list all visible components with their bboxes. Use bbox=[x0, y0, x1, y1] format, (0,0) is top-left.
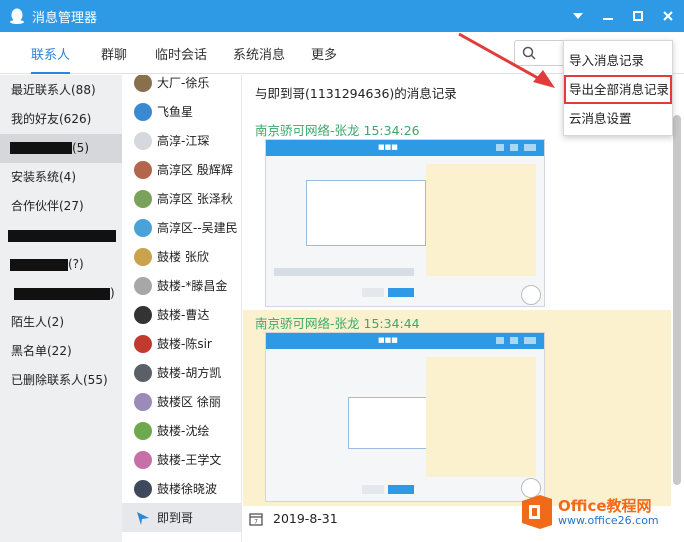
redaction-bar bbox=[14, 288, 110, 300]
sidebar-item-partners[interactable]: 合作伙伴(27) bbox=[0, 192, 122, 221]
redaction-bar bbox=[10, 259, 68, 271]
tab-temp-sessions[interactable]: 临时会话 bbox=[155, 44, 207, 63]
contact-list: 大厂-徐乐 飞鱼星 高淳-江琛 高淳区 殷辉辉 高淳区 张泽秋 高淳区--吴建民… bbox=[122, 75, 242, 542]
list-item[interactable]: 高淳区--吴建民 bbox=[122, 213, 241, 242]
list-item[interactable]: 鼓楼 张欣 bbox=[122, 242, 241, 271]
sidebar-item-count: (?) bbox=[68, 257, 84, 271]
avatar bbox=[134, 276, 152, 295]
brand-watermark: Office教程网 www.office26.com bbox=[520, 493, 659, 531]
sidebar-item-redacted-3[interactable]: ) bbox=[0, 279, 122, 308]
tab-more[interactable]: 更多 bbox=[311, 44, 337, 63]
sidebar-item-selected-group[interactable]: (5) bbox=[0, 134, 122, 163]
date-label: 2019-8-31 bbox=[273, 511, 338, 526]
avatar bbox=[134, 363, 152, 382]
date-divider: 7 2019-8-31 bbox=[249, 511, 338, 526]
sidebar-item-friends[interactable]: 我的好友(626) bbox=[0, 105, 122, 134]
list-item-selected[interactable]: 即到哥 bbox=[122, 503, 241, 532]
calendar-icon: 7 bbox=[249, 512, 263, 526]
sidebar-item-redacted-1[interactable] bbox=[0, 221, 122, 250]
list-item[interactable]: 高淳区 张泽秋 bbox=[122, 184, 241, 213]
list-item[interactable]: 高淳-江琛 bbox=[122, 126, 241, 155]
message-sender: 南京骄可网络-张龙 15:34:44 bbox=[255, 316, 420, 331]
qq-penguin-icon bbox=[10, 8, 24, 24]
avatar bbox=[134, 218, 152, 237]
avatar bbox=[134, 334, 152, 353]
tab-groups[interactable]: 群聊 bbox=[101, 44, 127, 63]
more-dropdown-menu: 导入消息记录 导出全部消息记录 云消息设置 bbox=[563, 40, 673, 136]
brand-site: www.office26.com bbox=[558, 513, 659, 527]
conversation-title: 与即到哥(1131294636)的消息记录 bbox=[255, 86, 457, 101]
avatar bbox=[134, 160, 152, 179]
menu-item-import[interactable]: 导入消息记录 bbox=[564, 46, 672, 75]
avatar bbox=[134, 131, 152, 150]
minimize-icon[interactable] bbox=[600, 8, 616, 24]
tab-contacts[interactable]: 联系人 bbox=[31, 44, 71, 74]
menu-item-export-all[interactable]: 导出全部消息记录 bbox=[564, 75, 672, 104]
chevron-down-icon[interactable] bbox=[570, 8, 586, 24]
avatar bbox=[134, 305, 152, 324]
list-item[interactable]: 鼓楼-陈sir bbox=[122, 329, 241, 358]
list-item[interactable]: 鼓楼-王学文 bbox=[122, 445, 241, 474]
sidebar-item-count: ) bbox=[110, 286, 115, 300]
avatar bbox=[134, 75, 152, 92]
list-item[interactable]: 鼓楼-沈绘 bbox=[122, 416, 241, 445]
office-logo-icon bbox=[522, 495, 552, 529]
title-bar: 消息管理器 bbox=[0, 0, 684, 32]
list-item[interactable]: 高淳区 殷辉辉 bbox=[122, 155, 241, 184]
window-title: 消息管理器 bbox=[32, 10, 98, 26]
annotation-arrow-icon bbox=[458, 32, 555, 88]
list-item[interactable]: 鼓楼区 徐丽 bbox=[122, 387, 241, 416]
list-item[interactable]: 鼓楼-曹达 bbox=[122, 300, 241, 329]
avatar bbox=[134, 392, 152, 411]
tab-system-messages[interactable]: 系统消息 bbox=[233, 44, 285, 63]
sidebar-item-install-system[interactable]: 安装系统(4) bbox=[0, 163, 122, 192]
sidebar-item-recent[interactable]: 最近联系人(88) bbox=[0, 76, 122, 105]
menu-item-cloud-settings[interactable]: 云消息设置 bbox=[564, 104, 672, 133]
message-image[interactable]: ■■■ bbox=[265, 139, 545, 307]
avatar bbox=[134, 102, 152, 121]
redaction-bar bbox=[8, 230, 116, 242]
group-sidebar: 最近联系人(88) 我的好友(626) (5) 安装系统(4) 合作伙伴(27)… bbox=[0, 75, 122, 542]
list-item[interactable]: 大厂-徐乐 bbox=[122, 75, 241, 97]
avatar bbox=[134, 421, 152, 440]
list-item[interactable]: 鼓楼徐晓波 bbox=[122, 474, 241, 503]
sidebar-item-count: (5) bbox=[72, 141, 89, 155]
list-item[interactable]: 飞鱼星 bbox=[122, 97, 241, 126]
scrollbar[interactable] bbox=[673, 115, 681, 485]
list-item[interactable]: 鼓楼-胡方凯 bbox=[122, 358, 241, 387]
redaction-bar bbox=[10, 142, 72, 154]
send-arrow-icon bbox=[137, 511, 149, 525]
sidebar-item-redacted-2[interactable]: (?) bbox=[0, 250, 122, 279]
message-sender: 南京骄可网络-张龙 15:34:26 bbox=[255, 123, 420, 138]
zoom-icon[interactable] bbox=[521, 285, 541, 305]
sidebar-item-strangers[interactable]: 陌生人(2) bbox=[0, 308, 122, 337]
list-item[interactable]: 鼓楼-*滕昌金 bbox=[122, 271, 241, 300]
message-panel: 与即到哥(1131294636)的消息记录 南京骄可网络-张龙 15:34:26… bbox=[243, 75, 684, 542]
maximize-icon[interactable] bbox=[630, 8, 646, 24]
avatar bbox=[134, 479, 152, 498]
brand-title: Office教程网 bbox=[558, 496, 652, 515]
avatar bbox=[134, 189, 152, 208]
avatar bbox=[134, 247, 152, 266]
close-icon[interactable] bbox=[660, 8, 676, 24]
svg-text:7: 7 bbox=[254, 518, 258, 525]
message-item: 南京骄可网络-张龙 15:34:26 ■■■ bbox=[243, 113, 671, 309]
sidebar-item-deleted[interactable]: 已删除联系人(55) bbox=[0, 366, 122, 395]
avatar bbox=[134, 450, 152, 469]
sidebar-item-blacklist[interactable]: 黑名单(22) bbox=[0, 337, 122, 366]
message-image[interactable]: ■■■ bbox=[265, 332, 545, 502]
message-item-highlighted: 南京骄可网络-张龙 15:34:44 ■■■ bbox=[243, 310, 671, 506]
